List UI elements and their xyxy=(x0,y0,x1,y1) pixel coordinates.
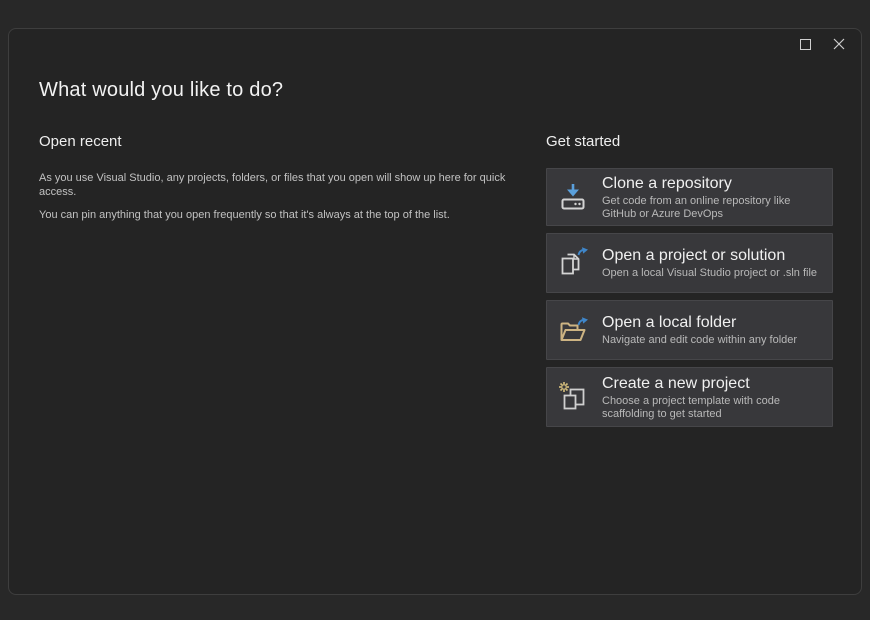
new-project-description: Choose a project template with code scaf… xyxy=(602,395,822,421)
open-recent-description-line-1: As you use Visual Studio, any projects, … xyxy=(39,171,525,199)
get-started-heading: Get started xyxy=(546,133,833,151)
new-project-card[interactable]: Create a new project Choose a project te… xyxy=(546,367,833,427)
open-recent-description-line-2: You can pin anything that you open frequ… xyxy=(39,208,525,222)
window-controls xyxy=(788,31,856,57)
maximize-icon xyxy=(800,39,811,50)
clone-repository-description: Get code from an online repository like … xyxy=(602,195,822,221)
open-folder-card[interactable]: Open a local folder Navigate and edit co… xyxy=(546,300,833,360)
get-started-section: Get started Clone a repository Get code … xyxy=(546,133,833,427)
open-recent-heading: Open recent xyxy=(39,133,525,151)
clone-repository-card[interactable]: Clone a repository Get code from an onli… xyxy=(546,168,833,226)
open-folder-description: Navigate and edit code within any folder xyxy=(602,334,797,347)
open-folder-title: Open a local folder xyxy=(602,313,797,332)
maximize-button[interactable] xyxy=(788,31,822,57)
clone-repository-icon xyxy=(555,180,591,214)
clone-repository-title: Clone a repository xyxy=(602,174,822,193)
new-project-title: Create a new project xyxy=(602,374,822,393)
new-project-icon xyxy=(555,380,591,414)
open-project-title: Open a project or solution xyxy=(602,246,817,265)
close-icon xyxy=(833,38,845,50)
open-project-icon xyxy=(555,246,591,280)
page-title: What would you like to do? xyxy=(39,79,283,102)
open-folder-icon xyxy=(555,313,591,347)
open-project-card[interactable]: Open a project or solution Open a local … xyxy=(546,233,833,293)
open-recent-section: Open recent As you use Visual Studio, an… xyxy=(39,133,525,222)
get-started-actions: Clone a repository Get code from an onli… xyxy=(546,168,833,427)
open-project-description: Open a local Visual Studio project or .s… xyxy=(602,267,817,280)
vs-start-window: What would you like to do? Open recent A… xyxy=(8,28,862,595)
close-button[interactable] xyxy=(822,31,856,57)
